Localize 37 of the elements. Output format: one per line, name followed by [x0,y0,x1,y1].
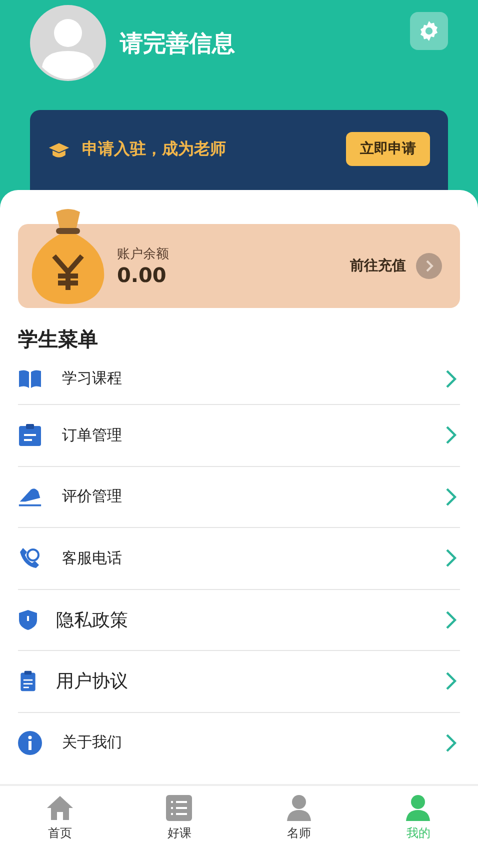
tab[interactable]: 名师 [239,786,358,850]
settings-button[interactable] [410,12,448,50]
person-icon [284,794,313,820]
menu-item[interactable]: 关于我们 [18,712,460,772]
graduation-cap-icon [48,142,70,159]
chevron-right-icon [445,732,457,752]
person-icon [404,794,432,820]
chevron-right-icon [445,486,457,507]
menu-item[interactable]: 客服电话 [18,528,460,590]
chevron-right-icon [445,425,457,446]
phone-icon [18,546,42,570]
chevron-right-icon [445,610,457,630]
chevron-right-icon [416,253,442,279]
menu-item[interactable]: 评价管理 [18,466,460,528]
list-icon [165,794,194,820]
profile-name: 请完善信息 [120,30,236,58]
apply-button[interactable]: 立即申请 [346,132,430,166]
info-icon [18,730,42,754]
recharge-link[interactable]: 前往充值 [350,257,406,275]
balance-label: 账户余额 [117,246,170,263]
home-icon [46,794,74,820]
chevron-right-icon [445,368,457,388]
menu-title: 学生菜单 [18,326,99,353]
menu-item[interactable]: 隐私政策 [18,590,460,651]
shield-icon [18,608,38,631]
document-icon [18,670,38,692]
menu-item[interactable]: 学习课程 [18,353,460,405]
menu-item[interactable]: 用户协议 [18,651,460,712]
balance-amount: 0.00 [117,263,168,287]
avatar-icon[interactable] [30,5,106,81]
clipboard-icon [18,423,42,448]
tab[interactable]: 首页 [0,786,120,850]
tab[interactable]: 好课 [120,786,239,850]
chevron-right-icon [445,671,457,692]
chevron-right-icon [445,548,457,568]
banner-text: 申请入驻，成为老师 [82,139,227,160]
menu-item[interactable]: 订单管理 [18,405,460,466]
